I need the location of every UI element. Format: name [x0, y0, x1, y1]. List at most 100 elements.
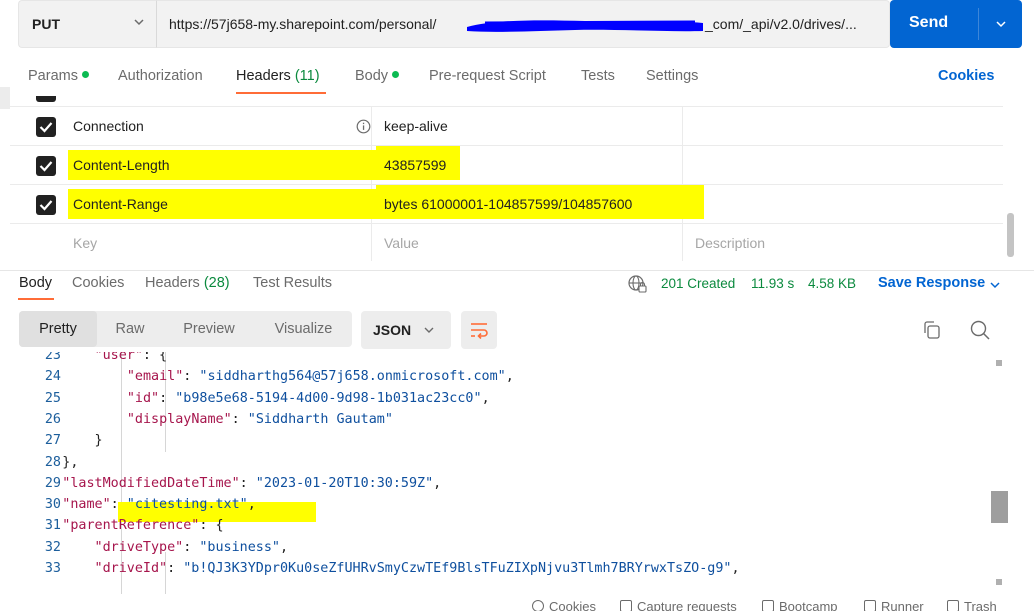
line-number: 28	[44, 454, 61, 470]
json-punctuation: :	[231, 411, 248, 427]
chevron-down-icon[interactable]	[989, 279, 1001, 291]
view-raw-button[interactable]: Raw	[97, 311, 163, 347]
footer-runner[interactable]: Runner	[864, 599, 924, 611]
chevron-down-icon	[424, 327, 434, 333]
json-punctuation: ,	[433, 475, 442, 491]
sidebar-edge	[0, 87, 10, 109]
tab-response-headers[interactable]: Headers (28)	[145, 275, 230, 291]
header-key-cell[interactable]: Key	[10, 224, 372, 261]
code-text: "driveId": "b!QJ3K3YDpr0Ku0seZfUHRvSmyCz…	[95, 561, 740, 576]
header-value: keep-alive	[384, 118, 448, 134]
json-string: "2023-01-20T10:30:59Z"	[255, 475, 434, 491]
response-body-editor[interactable]: 23 "user": {24 "email": "siddharthg564@57j…	[0, 352, 1010, 594]
footer-capture-requests[interactable]: Capture requests	[620, 599, 737, 611]
search-icon[interactable]	[969, 319, 991, 341]
header-value-cell[interactable]: Value	[372, 224, 683, 261]
code-line: 23 "user": {	[0, 352, 1010, 369]
tab-tests[interactable]: Tests	[581, 68, 615, 84]
code-line: 24 "email": "siddharthg564@57j658.onmicro…	[0, 369, 1010, 390]
tab-label: Headers	[145, 275, 200, 291]
check-icon	[39, 122, 53, 133]
table-row: Content-Length 43857599	[10, 145, 1003, 185]
tab-authorization[interactable]: Authorization	[118, 68, 203, 84]
code-text: "email": "siddharthg564@57j658.onmicroso…	[127, 369, 514, 384]
footer-cookies[interactable]: Cookies	[532, 599, 596, 611]
trash-icon	[947, 600, 959, 611]
tab-count: (11)	[294, 68, 320, 84]
cookies-link[interactable]: Cookies	[938, 68, 994, 84]
header-value-cell[interactable]: 43857599	[372, 146, 683, 185]
send-button[interactable]: Send	[890, 0, 1022, 48]
tab-response-cookies[interactable]: Cookies	[72, 275, 124, 291]
copy-icon[interactable]	[922, 320, 942, 340]
json-string: "Siddharth Gautam"	[247, 411, 393, 427]
footer-trash[interactable]: Trash	[947, 599, 997, 611]
header-checkbox[interactable]	[36, 156, 56, 176]
url-start: https://57j658-my.sharepoint.com/persona…	[169, 16, 437, 32]
wrap-lines-button[interactable]	[461, 311, 497, 349]
response-time[interactable]: 11.93 s	[751, 276, 794, 291]
code-line: 31 "parentReference": {	[0, 518, 1010, 539]
code-line: 30 "name": "citesting.txt",	[0, 497, 1010, 518]
view-pretty-button[interactable]: Pretty	[19, 311, 97, 347]
json-punctuation: :	[183, 369, 200, 385]
response-size[interactable]: 4.58 KB	[808, 276, 856, 291]
header-key: Content-Length	[73, 157, 170, 173]
header-checkbox[interactable]	[36, 195, 56, 215]
json-string: "business"	[199, 539, 280, 555]
header-description-cell[interactable]: Description	[683, 224, 1003, 261]
header-checkbox[interactable]	[36, 117, 56, 137]
code-text: }	[95, 433, 103, 448]
header-checkbox[interactable]	[36, 96, 56, 102]
footer-bootcamp[interactable]: Bootcamp	[762, 599, 838, 611]
header-description-cell[interactable]	[683, 107, 1003, 146]
header-value-cell[interactable]: bytes 61000001-104857599/104857600	[372, 185, 704, 224]
chevron-down-icon[interactable]	[994, 17, 1008, 31]
tab-count: (28)	[203, 275, 230, 291]
headers-scrollbar[interactable]	[1007, 213, 1014, 257]
header-description-cell[interactable]	[683, 185, 1003, 224]
code-text: "parentReference": {	[62, 518, 223, 533]
json-punctuation: },	[62, 454, 79, 470]
request-tabs: Params Authorization Headers (11) Body P…	[0, 64, 1034, 96]
json-punctuation: : {	[199, 518, 224, 534]
header-description-cell[interactable]	[683, 146, 1003, 185]
globe-lock-icon[interactable]	[627, 274, 647, 294]
tab-params[interactable]: Params	[28, 68, 89, 84]
editor-scrollbar[interactable]	[991, 491, 1008, 523]
view-visualize-button[interactable]: Visualize	[255, 311, 352, 347]
view-preview-button[interactable]: Preview	[163, 311, 255, 347]
tab-response-body[interactable]: Body	[19, 275, 52, 291]
method-select[interactable]: PUT	[18, 0, 156, 48]
url-input[interactable]: https://57j658-my.sharepoint.com/persona…	[156, 0, 890, 48]
line-number: 31	[44, 518, 61, 534]
request-bar: PUT https://57j658-my.sharepoint.com/per…	[18, 0, 1022, 48]
json-key: "id"	[126, 390, 160, 406]
scroll-up-arrow[interactable]	[996, 360, 1002, 366]
send-label: Send	[909, 14, 949, 31]
save-response-button[interactable]: Save Response	[878, 275, 985, 291]
header-key-cell[interactable]: Content-Range	[10, 185, 376, 224]
format-label: JSON	[373, 322, 412, 338]
header-value-cell[interactable]: keep-alive	[372, 107, 683, 146]
header-key-cell[interactable]: Content-Length	[10, 146, 376, 185]
tab-pre-request-script[interactable]: Pre-request Script	[429, 68, 546, 84]
json-key: "name"	[62, 497, 111, 513]
format-select[interactable]: JSON	[361, 311, 451, 349]
code-line: 28},	[0, 455, 1010, 476]
code-text: "displayName": "Siddharth Gautam"	[127, 412, 393, 427]
code-text: "lastModifiedDateTime": "2023-01-20T10:3…	[62, 476, 441, 491]
line-number: 27	[44, 433, 61, 449]
json-punctuation: :	[167, 561, 184, 576]
json-punctuation: : {	[142, 352, 168, 363]
status-code[interactable]: 201 Created	[661, 276, 735, 291]
key-placeholder: Key	[73, 235, 98, 251]
tab-body[interactable]: Body	[355, 68, 400, 84]
tab-settings[interactable]: Settings	[646, 68, 698, 84]
info-icon[interactable]	[356, 119, 371, 134]
tab-test-results[interactable]: Test Results	[253, 275, 332, 291]
header-key-cell[interactable]: Connection	[10, 107, 372, 146]
scroll-down-arrow[interactable]	[996, 579, 1002, 585]
tab-headers[interactable]: Headers (11)	[236, 68, 320, 84]
line-number: 24	[44, 369, 61, 385]
